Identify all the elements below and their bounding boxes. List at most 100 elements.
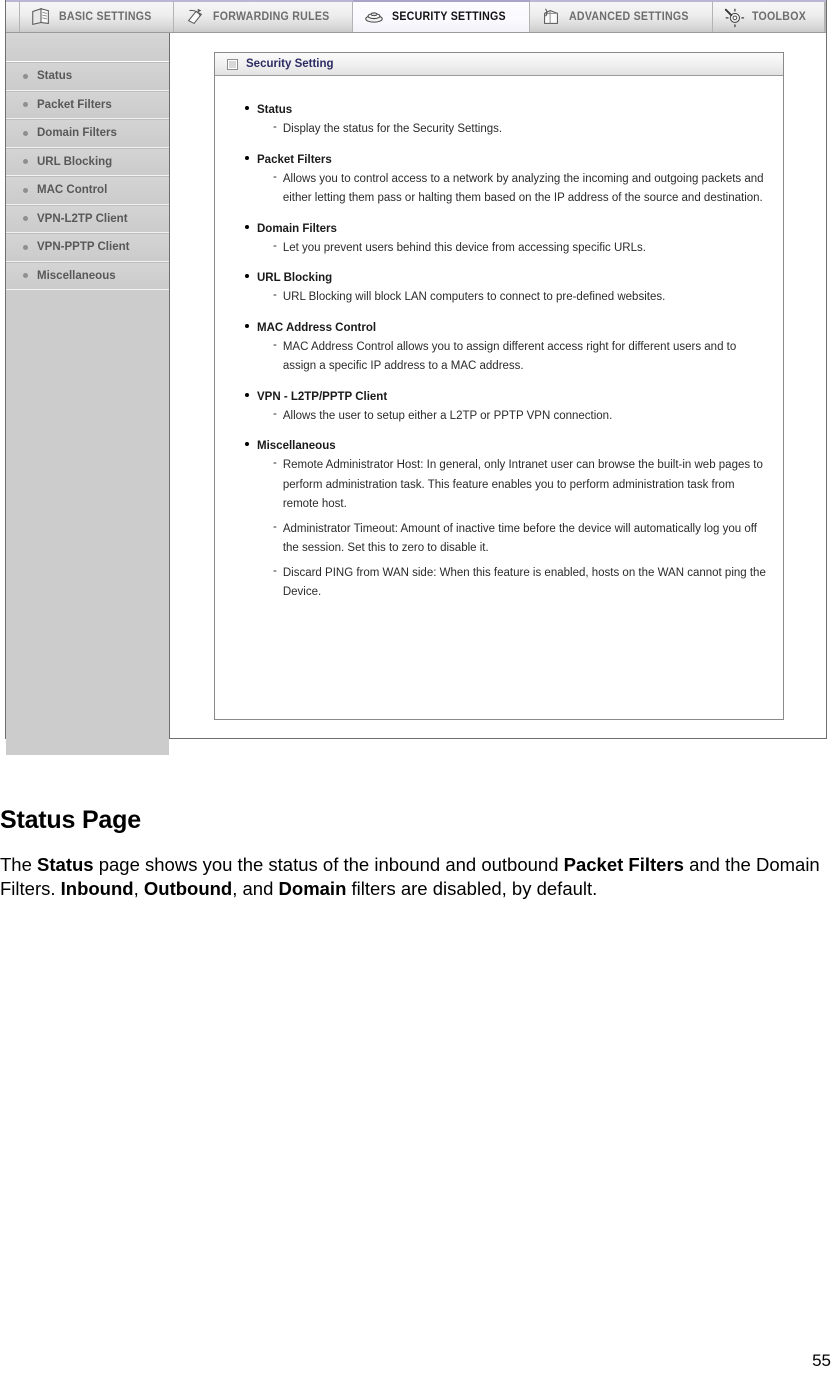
tab-forwarding-rules[interactable]: FORWARDING RULES <box>173 2 354 32</box>
shield-stack-icon <box>363 6 385 28</box>
sidebar-item-label: Domain Filters <box>37 127 117 140</box>
tab-basic-settings[interactable]: BASIC SETTINGS <box>20 2 174 32</box>
feature-item: VPN - L2TP/PPTP Client - Allows the user t… <box>245 391 767 427</box>
plain-text: , <box>133 878 144 899</box>
bullet-icon <box>23 102 28 108</box>
bullet-icon <box>245 392 249 397</box>
panel-title: Security Setting <box>246 58 334 70</box>
tab-advanced-settings[interactable]: ADVANCED SETTINGS <box>530 2 714 32</box>
feature-description: - URL Blocking will block LAN computers t… <box>273 288 767 308</box>
sidebar-item-label: URL Blocking <box>37 155 113 168</box>
feature-description: - Let you prevent users behind this devic… <box>273 239 767 259</box>
feature-heading: Domain Filters <box>245 223 767 235</box>
plain-text: page shows you the status of the inbound… <box>93 854 564 875</box>
dash-icon: - <box>273 407 277 420</box>
feature-name: Domain Filters <box>257 222 337 235</box>
feature-item: URL Blocking - URL Blocking will block LAN… <box>245 272 767 308</box>
bullet-icon <box>23 73 28 79</box>
tab-toolbox[interactable]: TOOLBOX <box>713 2 825 32</box>
sidebar-item-list: Status Packet Filters Domain Filters URL Bl… <box>6 62 169 290</box>
box-tools-icon <box>540 6 562 28</box>
sidebar-item-vpn-l2tp-client[interactable]: VPN-L2TP Client <box>6 204 169 233</box>
emphasis-text: Packet Filters <box>563 854 684 875</box>
feature-description: - Allows the user to setup either a L2TP … <box>273 407 767 427</box>
gear-wrench-icon <box>723 6 745 28</box>
sidebar-item-label: VPN-PPTP Client <box>37 241 130 254</box>
feature-description: - Display the status for the Security Set… <box>273 120 767 140</box>
feature-heading: Miscellaneous <box>245 440 767 452</box>
document-prose: Status Page The Status page shows you th… <box>0 806 838 901</box>
bullet-icon <box>245 323 249 328</box>
arrow-pages-icon <box>184 6 206 28</box>
bullet-icon <box>23 273 28 279</box>
tab-label: SECURITY SETTINGS <box>392 11 507 23</box>
feature-description-text: Allows you to control access to a networ… <box>282 172 764 205</box>
feature-name: Miscellaneous <box>257 440 336 452</box>
sidebar-item-vpn-pptp-client[interactable]: VPN-PPTP Client <box>6 233 169 262</box>
dash-icon: - <box>273 289 277 301</box>
bullet-icon <box>23 159 28 165</box>
feature-name: URL Blocking <box>257 272 333 284</box>
feature-description: - Administrator Timeout: Amount of inacti… <box>273 520 767 559</box>
feature-item: Status - Display the status for the Securi… <box>245 104 767 140</box>
plain-text: filters are disabled, by default. <box>346 878 598 899</box>
feature-description: - MAC Address Control allows you to assig… <box>273 338 767 377</box>
sidebar-header-block <box>6 33 169 62</box>
dash-icon: - <box>273 457 277 469</box>
dash-icon: - <box>273 239 277 252</box>
dash-icon: - <box>273 170 277 183</box>
sidebar-item-label: MAC Control <box>37 184 108 197</box>
sidebar-item-mac-control[interactable]: MAC Control <box>6 176 169 205</box>
feature-name: Packet Filters <box>257 153 332 166</box>
plain-text: The <box>0 854 38 875</box>
feature-item: Miscellaneous - Remote Administrator Host:… <box>245 440 767 603</box>
screenshot-body: Status Packet Filters Domain Filters URL Bl… <box>6 33 826 755</box>
dash-icon: - <box>273 338 277 351</box>
bullet-icon <box>23 130 28 136</box>
documents-icon <box>30 6 52 28</box>
tab-label: BASIC SETTINGS <box>59 11 152 23</box>
feature-description-text: Remote Administrator Host: In general, o… <box>282 459 763 510</box>
bullet-icon <box>245 224 249 229</box>
tab-list: BASIC SETTINGS FORWARDING RULES SECURITY S… <box>20 0 825 32</box>
dash-icon: - <box>273 121 277 133</box>
sidebar-item-label: Packet Filters <box>37 98 112 111</box>
bullet-icon <box>245 442 249 446</box>
feature-heading: Status <box>245 104 767 116</box>
sidebar-item-domain-filters[interactable]: Domain Filters <box>6 119 169 148</box>
feature-name: VPN - L2TP/PPTP Client <box>257 390 388 403</box>
sidebar-filler <box>6 290 169 755</box>
sidebar-item-url-blocking[interactable]: URL Blocking <box>6 147 169 176</box>
sidebar-item-packet-filters[interactable]: Packet Filters <box>6 90 169 119</box>
dash-icon: - <box>273 564 277 577</box>
bullet-icon <box>23 244 28 250</box>
feature-description-text: Administrator Timeout: Amount of inactiv… <box>282 522 757 555</box>
panel-header: Security Setting <box>215 53 783 76</box>
feature-name: MAC Address Control <box>257 321 377 334</box>
feature-heading: VPN - L2TP/PPTP Client <box>245 391 767 403</box>
feature-description-text: Allows the user to setup either a L2TP o… <box>282 409 613 422</box>
sidebar-item-label: VPN-L2TP Client <box>37 212 128 225</box>
dash-icon: - <box>273 520 277 533</box>
feature-item: Domain Filters - Let you prevent users beh… <box>245 223 767 259</box>
tab-security-settings[interactable]: SECURITY SETTINGS <box>353 0 531 32</box>
tab-bar-left-spacer <box>6 2 21 32</box>
feature-item: MAC Address Control - MAC Address Control … <box>245 322 767 377</box>
tab-bar-right-spacer <box>825 2 826 32</box>
sidebar-item-label: Status <box>37 70 73 83</box>
sidebar-item-status[interactable]: Status <box>6 62 169 91</box>
feature-description-text: MAC Address Control allows you to assign… <box>282 340 737 373</box>
intro-paragraph: The Status page shows you the status of … <box>0 853 828 901</box>
tab-label: ADVANCED SETTINGS <box>569 11 689 23</box>
feature-heading: MAC Address Control <box>245 322 767 334</box>
tab-label: FORWARDING RULES <box>212 11 330 23</box>
emphasis-text: Domain <box>278 878 347 899</box>
feature-description-text: Display the status for the Security Sett… <box>282 123 503 135</box>
sidebar-nav: Status Packet Filters Domain Filters URL Bl… <box>6 33 170 755</box>
feature-name: Status <box>257 104 293 116</box>
page-title: Status Page <box>0 806 141 834</box>
content-area: Security Setting Status - Display the stat… <box>170 33 826 738</box>
feature-description: - Discard PING from WAN side: When this f… <box>273 564 767 603</box>
sidebar-item-miscellaneous[interactable]: Miscellaneous <box>6 261 169 290</box>
page-number: 55 <box>812 1351 831 1370</box>
